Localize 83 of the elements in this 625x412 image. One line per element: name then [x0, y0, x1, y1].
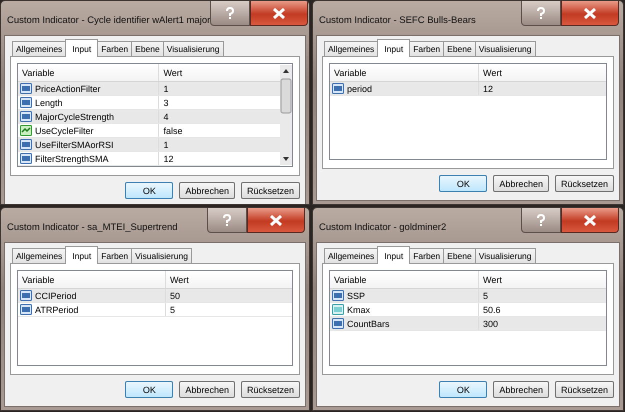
- window-title: Custom Indicator - SEFC Bulls-Bears: [319, 15, 476, 26]
- window-title: Custom Indicator - goldminer2: [319, 222, 446, 233]
- column-header[interactable]: Variable: [18, 271, 166, 288]
- tab[interactable]: Visualisierung: [131, 248, 192, 263]
- tab[interactable]: Allgemeines: [12, 248, 66, 263]
- reset-button[interactable]: Rücksetzen: [554, 381, 614, 398]
- close-button[interactable]: [250, 1, 308, 26]
- tab[interactable]: Allgemeines: [12, 41, 66, 56]
- column-header[interactable]: Variable: [18, 64, 160, 81]
- variable-name: UseFilterSMAorRSI: [35, 140, 114, 150]
- help-icon: [224, 6, 236, 20]
- close-button[interactable]: [561, 1, 619, 26]
- cancel-button[interactable]: Abbrechen: [493, 381, 549, 398]
- help-icon: [221, 214, 233, 226]
- ok-button[interactable]: OK: [125, 182, 174, 199]
- tab[interactable]: Farben: [97, 41, 132, 56]
- close-icon: [583, 6, 597, 20]
- reset-button[interactable]: Rücksetzen: [240, 182, 300, 199]
- tab[interactable]: Visualisierung: [474, 248, 536, 263]
- window-title: Custom Indicator - Cycle identifier wAlert1 major: [7, 15, 210, 26]
- window-title: Custom Indicator - sa_MTEI_Supertrend: [7, 222, 178, 233]
- close-icon: [583, 214, 597, 226]
- close-button[interactable]: [561, 208, 619, 233]
- value-cell[interactable]: 50.6: [479, 303, 606, 316]
- tab[interactable]: Input: [65, 246, 98, 264]
- help-button[interactable]: [207, 208, 247, 233]
- reset-button[interactable]: Rücksetzen: [240, 381, 300, 398]
- value-cell[interactable]: 4: [159, 110, 280, 123]
- tab[interactable]: Allgemeines: [324, 248, 378, 263]
- value-cell[interactable]: 1: [159, 138, 280, 151]
- value-cell[interactable]: 12: [479, 82, 606, 95]
- cancel-button[interactable]: Abbrechen: [179, 381, 235, 398]
- close-button[interactable]: [247, 208, 305, 233]
- variable-name: UseCycleFilter: [35, 126, 94, 136]
- tab[interactable]: Visualisierung: [162, 41, 224, 56]
- close-icon: [272, 6, 286, 20]
- variable-name: CCIPeriod: [35, 290, 77, 300]
- ok-button[interactable]: OK: [439, 381, 488, 398]
- variable-name: ATRPeriod: [35, 304, 78, 314]
- reset-button[interactable]: Rücksetzen: [554, 175, 614, 192]
- tab[interactable]: Farben: [409, 248, 444, 263]
- column-header[interactable]: Variable: [330, 271, 480, 288]
- help-button[interactable]: [521, 208, 561, 233]
- column-header[interactable]: Wert: [166, 271, 292, 288]
- variable-name: CountBars: [347, 318, 390, 328]
- ok-button[interactable]: OK: [439, 175, 488, 192]
- column-header[interactable]: Variable: [330, 64, 480, 81]
- variable-name: FilterStrengthSMA: [35, 154, 109, 164]
- variable-name: Kmax: [347, 304, 370, 314]
- variable-name: MajorCycleStrength: [35, 112, 114, 122]
- tab[interactable]: Ebene: [443, 248, 476, 263]
- column-header[interactable]: Wert: [479, 64, 606, 81]
- value-cell[interactable]: 1: [159, 82, 280, 95]
- value-cell[interactable]: false: [159, 124, 280, 137]
- help-icon: [535, 214, 547, 226]
- tab[interactable]: Allgemeines: [324, 41, 378, 56]
- value-cell[interactable]: 5: [166, 303, 292, 316]
- cancel-button[interactable]: Abbrechen: [179, 182, 235, 199]
- value-cell[interactable]: 12: [159, 152, 280, 165]
- value-cell[interactable]: 3: [159, 96, 280, 109]
- variable-name: period: [347, 84, 372, 94]
- value-cell[interactable]: 300: [479, 317, 606, 330]
- tab[interactable]: Input: [65, 39, 98, 57]
- help-icon: [535, 6, 547, 20]
- variable-name: Length: [35, 98, 63, 108]
- cancel-button[interactable]: Abbrechen: [493, 175, 549, 192]
- tab[interactable]: Ebene: [131, 41, 164, 56]
- ok-button[interactable]: OK: [125, 381, 174, 398]
- variable-name: SSP: [347, 290, 366, 300]
- tab[interactable]: Visualisierung: [474, 41, 536, 56]
- close-icon: [269, 214, 283, 226]
- value-cell[interactable]: 5: [479, 289, 606, 302]
- help-button[interactable]: [210, 1, 250, 26]
- column-header[interactable]: Wert: [159, 64, 280, 81]
- tab[interactable]: Input: [377, 246, 410, 264]
- tab[interactable]: Farben: [97, 248, 132, 263]
- help-button[interactable]: [521, 1, 561, 26]
- tab[interactable]: Input: [377, 39, 410, 57]
- tab[interactable]: Farben: [409, 41, 444, 56]
- value-cell[interactable]: 50: [166, 289, 292, 302]
- tab[interactable]: Ebene: [443, 41, 476, 56]
- column-header[interactable]: Wert: [479, 271, 606, 288]
- variable-name: PriceActionFilter: [35, 84, 101, 94]
